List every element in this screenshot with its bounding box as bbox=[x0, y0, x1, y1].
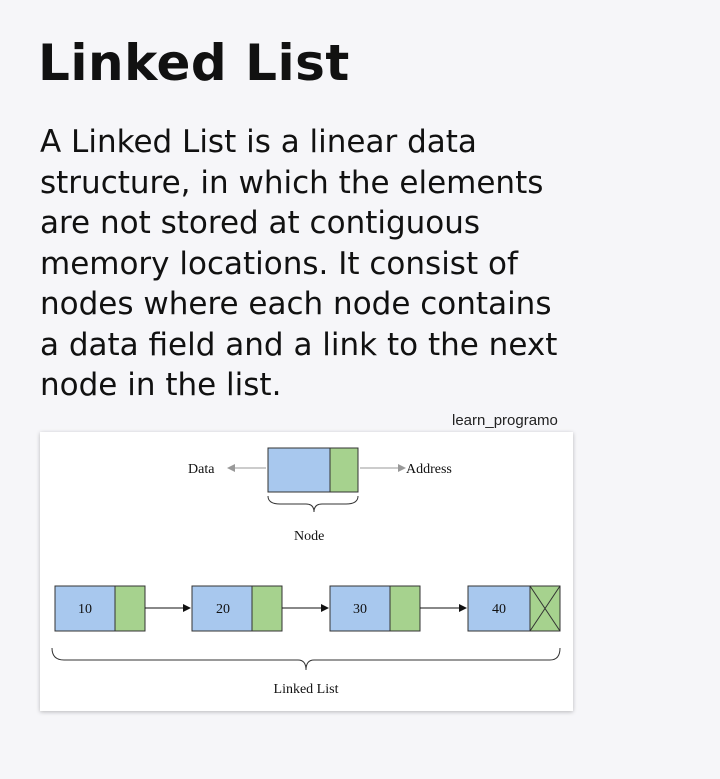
node-explanation: Data Address Node bbox=[188, 447, 452, 544]
description-line: a data field and a link to the next bbox=[40, 326, 558, 363]
list-node-value: 30 bbox=[353, 602, 367, 617]
page-title: Linked List bbox=[38, 34, 350, 92]
description-line: A Linked List is a linear data bbox=[40, 124, 477, 160]
list-node-2: 20 bbox=[191, 585, 283, 632]
list-node-value: 10 bbox=[78, 602, 92, 617]
description-line: are not stored at contiguous bbox=[40, 205, 481, 241]
list-node-4: 40 bbox=[467, 585, 561, 632]
watermark: learn_programo bbox=[452, 412, 558, 429]
list-node-value: 20 bbox=[216, 602, 230, 617]
description: A Linked List is a linear data structure… bbox=[40, 122, 700, 406]
description-line: structure, in which the elements bbox=[40, 164, 544, 201]
list-node-3: 30 bbox=[329, 585, 421, 632]
node-brace bbox=[267, 495, 359, 513]
description-line: node in the list. bbox=[40, 367, 282, 403]
list-node-value: 40 bbox=[492, 602, 506, 617]
address-label: Address bbox=[406, 462, 452, 477]
data-label: Data bbox=[188, 462, 215, 477]
linked-list: 10 20 30 40 Linked List bbox=[51, 585, 561, 697]
description-line: memory locations. It consist of bbox=[40, 245, 518, 282]
linked-list-diagram: Data Address Node 10 20 30 40 Linked Lis… bbox=[40, 432, 573, 711]
node-link-field bbox=[329, 447, 359, 493]
list-brace bbox=[51, 647, 561, 671]
list-node-1: 10 bbox=[54, 585, 146, 632]
list-node-link bbox=[114, 585, 146, 632]
list-label: Linked List bbox=[274, 682, 339, 697]
list-node-link bbox=[251, 585, 283, 632]
node-label: Node bbox=[294, 529, 324, 544]
description-line: nodes where each node contains bbox=[40, 286, 552, 322]
list-node-link bbox=[389, 585, 421, 632]
diagram-canvas: Data Address Node 10 20 30 40 Linked Lis… bbox=[51, 447, 561, 697]
node-data-field bbox=[267, 447, 331, 493]
